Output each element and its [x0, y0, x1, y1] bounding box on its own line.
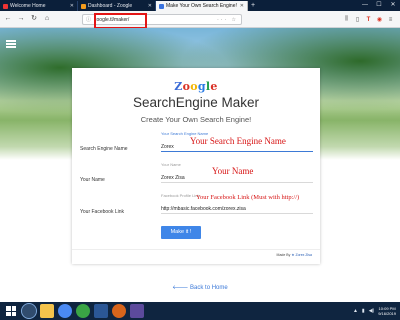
- browser-tab-bar: Welcome Home ✕ Dashboard - Zoogle ✕ Make…: [0, 0, 400, 11]
- system-clock[interactable]: 10:09 PM 9/16/2019: [378, 306, 396, 316]
- system-tray: ▲ ▮ ◀) 10:09 PM 9/16/2019: [353, 306, 400, 316]
- windows-taskbar: ▲ ▮ ◀) 10:09 PM 9/16/2019: [0, 302, 400, 320]
- tab-favicon-icon: [81, 3, 86, 9]
- clock-date: 9/16/2019: [378, 311, 396, 316]
- home-icon[interactable]: ⌂: [42, 14, 52, 24]
- start-button[interactable]: [4, 304, 18, 318]
- extension-icon[interactable]: ◉: [374, 16, 385, 23]
- tab-close-icon[interactable]: ✕: [148, 1, 152, 11]
- window-controls: — ☐ ✕: [358, 0, 400, 11]
- minimize-icon[interactable]: —: [358, 0, 372, 11]
- menu-hamburger-icon[interactable]: ≡: [385, 17, 396, 23]
- app-taskbar-icon[interactable]: [130, 304, 144, 318]
- credit-prefix: Made By: [276, 253, 291, 257]
- windows-logo-icon: [6, 306, 16, 316]
- back-arrow-icon: 🡐: [172, 285, 191, 291]
- tab-label: Welcome Home: [10, 3, 46, 9]
- toolbar-right: ⫼ ▯ T ◉ ≡: [341, 14, 396, 25]
- back-to-home-link[interactable]: 🡐 Back to Home: [0, 284, 400, 291]
- tab-label: Make Your Own Search Engine!: [166, 3, 237, 9]
- file-explorer-icon[interactable]: [40, 304, 54, 318]
- page-actions-icon[interactable]: ··· ☆: [217, 17, 238, 23]
- network-icon[interactable]: ▮: [362, 308, 365, 314]
- sidebar-icon[interactable]: ▯: [352, 16, 363, 23]
- tab-welcome-home[interactable]: Welcome Home ✕: [0, 1, 78, 11]
- back-arrow-icon[interactable]: ←: [3, 14, 13, 24]
- annotation-search-engine-name: Your Search Engine Name: [190, 136, 286, 146]
- browser-toolbar: ← → ↻ ⌂ ⓘ zoogle.tl/maker/ ··· ☆ ⫼ ▯ T ◉…: [0, 11, 400, 28]
- card-divider: [72, 249, 320, 250]
- zoogle-logo: Zoogle: [174, 80, 218, 93]
- star-icon: ★: [291, 253, 295, 257]
- credit-author-link[interactable]: Zorex Zisa: [295, 253, 312, 257]
- tab-search-engine-maker[interactable]: Make Your Own Search Engine! ✕: [156, 1, 248, 11]
- tab-favicon-icon: [3, 3, 8, 9]
- extension-t-icon[interactable]: T: [363, 17, 374, 23]
- tab-label: Dashboard - Zoogle: [88, 3, 133, 9]
- annotation-facebook-link: Your Facebook Link (Must with http://): [196, 194, 300, 201]
- make-it-button[interactable]: Make it !: [161, 226, 201, 239]
- facebook-link-input[interactable]: [161, 204, 313, 214]
- facebook-link-label: Your Facebook Link: [80, 209, 125, 215]
- page-subtitle: Create Your Own Search Engine!: [140, 115, 252, 124]
- tab-close-icon[interactable]: ✕: [240, 1, 244, 11]
- volume-icon[interactable]: ◀): [369, 308, 375, 314]
- word-taskbar-icon[interactable]: [94, 304, 108, 318]
- tab-close-icon[interactable]: ✕: [70, 1, 74, 11]
- chrome-taskbar-icon[interactable]: [58, 304, 72, 318]
- library-icon[interactable]: ⫼: [341, 16, 352, 23]
- tab-dashboard[interactable]: Dashboard - Zoogle ✕: [78, 1, 156, 11]
- browser-taskbar-icon[interactable]: [112, 304, 126, 318]
- firefox-taskbar-icon[interactable]: [21, 303, 37, 319]
- your-name-caption: Your Name: [161, 162, 181, 167]
- new-tab-button[interactable]: +: [248, 1, 258, 11]
- close-window-icon[interactable]: ✕: [386, 0, 400, 11]
- your-name-label: Your Name: [80, 177, 105, 183]
- tab-favicon-icon: [159, 3, 164, 9]
- media-player-icon[interactable]: [76, 304, 90, 318]
- forward-arrow-icon[interactable]: →: [16, 14, 26, 24]
- maximize-icon[interactable]: ☐: [372, 0, 386, 11]
- annotation-your-name: Your Name: [212, 166, 254, 176]
- maker-card: Zoogle SearchEngine Maker Create Your Ow…: [72, 68, 320, 264]
- page-title: SearchEngine Maker: [132, 95, 260, 110]
- back-to-home-label: Back to Home: [190, 285, 228, 291]
- search-engine-name-label: Search Engine Name: [80, 146, 128, 152]
- credit-line: Made By ★ Zorex Zisa: [277, 253, 312, 257]
- info-icon[interactable]: ⓘ: [86, 16, 91, 23]
- hamburger-menu-icon[interactable]: [6, 40, 16, 48]
- reload-icon[interactable]: ↻: [29, 14, 39, 24]
- facebook-link-caption: Facebook Profile Link: [161, 193, 200, 198]
- url-highlight-box: [94, 13, 147, 29]
- tray-arrow-icon[interactable]: ▲: [353, 308, 358, 314]
